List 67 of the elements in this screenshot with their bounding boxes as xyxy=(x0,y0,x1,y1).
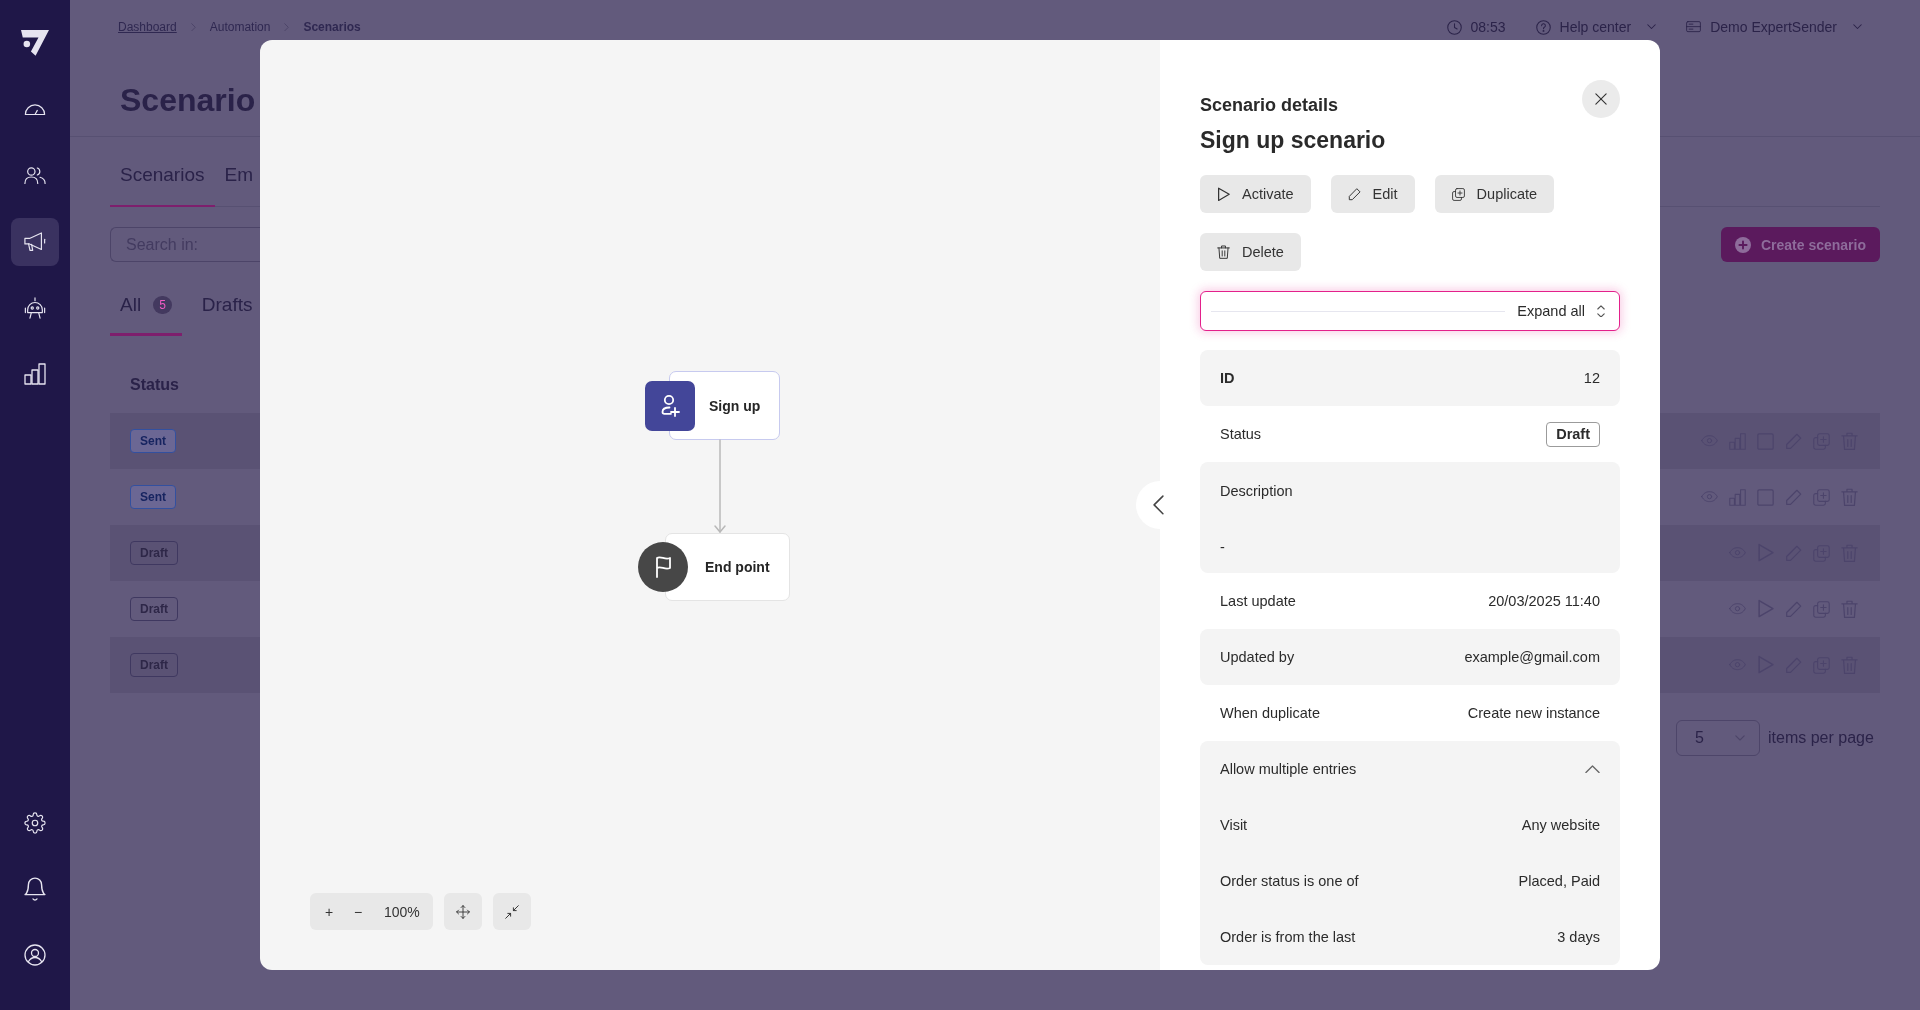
robot-icon xyxy=(24,296,46,319)
detail-value: 20/03/2025 11:40 xyxy=(1488,593,1600,609)
collapse-arrows-icon xyxy=(504,904,519,919)
detail-value: Any website xyxy=(1521,817,1600,833)
pencil-icon xyxy=(1347,187,1361,201)
close-button[interactable] xyxy=(1582,80,1620,118)
move-icon xyxy=(455,904,470,919)
detail-label: When duplicate xyxy=(1220,705,1320,721)
detail-label: Updated by xyxy=(1220,649,1295,665)
close-icon xyxy=(1595,93,1607,105)
filter-tab[interactable]: All 5 xyxy=(110,294,182,336)
edit-button[interactable]: Edit xyxy=(1330,175,1415,213)
detail-value: 3 days xyxy=(1557,929,1600,945)
detail-label: Description xyxy=(1220,482,1293,501)
section-toggle[interactable]: Allow multiple entries xyxy=(1200,741,1620,797)
users-icon xyxy=(24,166,46,185)
detail-label: Visit xyxy=(1220,817,1248,833)
scenario-name: Sign up scenario xyxy=(1200,126,1386,155)
bell-icon xyxy=(24,876,46,902)
column-header: Status xyxy=(130,376,179,394)
zoom-level: 100% xyxy=(384,903,420,920)
pan-button[interactable] xyxy=(443,893,482,930)
chevron-up-icon xyxy=(1585,764,1600,774)
help-icon xyxy=(1535,19,1551,35)
user-icon xyxy=(24,944,46,966)
page-title: Scenario xyxy=(120,81,256,120)
zoom-out-button[interactable]: − xyxy=(347,897,369,926)
detail-value: Create new instance xyxy=(1467,705,1600,721)
chevron-left-icon xyxy=(1153,495,1164,515)
detail-value: example@gmail.com xyxy=(1464,649,1600,665)
status-badge: Draft xyxy=(1546,421,1600,447)
user-plus-icon xyxy=(645,380,695,431)
detail-label: ID xyxy=(1220,370,1235,386)
clock-time: 08:53 xyxy=(1470,19,1506,35)
panel-heading: Scenario details xyxy=(1200,94,1339,116)
count-badge: 5 xyxy=(153,296,172,314)
copy-icon xyxy=(1451,187,1465,201)
detail-value: 12 xyxy=(1583,370,1600,386)
detail-value: - xyxy=(1220,538,1225,557)
expand-all-select[interactable]: Expand all xyxy=(1200,291,1620,331)
gauge-icon xyxy=(24,103,46,116)
detail-value: Placed, Paid xyxy=(1518,873,1600,889)
detail-label: Order status is one of xyxy=(1220,873,1359,889)
zoom-in-button[interactable]: + xyxy=(318,897,340,926)
flag-icon xyxy=(638,542,688,592)
detail-label: Last update xyxy=(1220,593,1296,609)
plus-circle-icon xyxy=(1734,236,1751,253)
activate-button[interactable]: Activate xyxy=(1200,175,1311,213)
duplicate-button[interactable]: Duplicate xyxy=(1434,175,1555,213)
clock-icon xyxy=(1446,19,1462,35)
chevron-down-icon xyxy=(1853,24,1862,30)
chevron-updown-icon xyxy=(1597,304,1605,318)
delete-button[interactable]: Delete xyxy=(1200,233,1301,271)
chevron-down-icon xyxy=(1647,24,1657,30)
detail-label: Status xyxy=(1220,426,1262,442)
nav-button[interactable] xyxy=(11,217,59,266)
trash-icon xyxy=(1217,244,1230,260)
logo-icon xyxy=(21,30,49,56)
status-badge: Sent xyxy=(130,485,176,509)
megaphone-icon xyxy=(24,232,46,252)
bar-chart-icon xyxy=(24,362,46,385)
detail-label: Order is from the last xyxy=(1220,929,1356,945)
play-icon xyxy=(1217,186,1230,202)
fit-view-button[interactable] xyxy=(492,893,531,930)
settings-icon xyxy=(24,812,46,834)
status-badge: Sent xyxy=(130,429,176,453)
list-card-icon xyxy=(1686,21,1702,33)
